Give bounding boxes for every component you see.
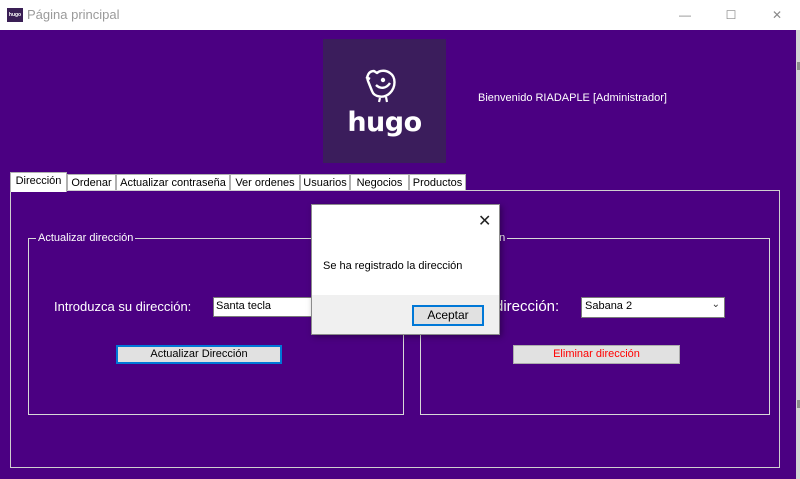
delete-field-label: dirección: bbox=[495, 298, 560, 315]
window-title: Página principal bbox=[27, 7, 120, 22]
tab-actualizar-contrasena[interactable]: Actualizar contraseña bbox=[116, 174, 230, 191]
delete-address-button[interactable]: Eliminar dirección bbox=[513, 345, 680, 364]
chevron-down-icon: ⌄ bbox=[711, 299, 720, 310]
dialog-message: Se ha registrado la dirección bbox=[323, 260, 463, 272]
ok-button[interactable]: Aceptar bbox=[412, 305, 484, 326]
tab-productos[interactable]: Productos bbox=[409, 174, 466, 191]
address-input[interactable]: Santa tecla bbox=[213, 297, 323, 317]
message-dialog: ✕ Se ha registrado la dirección Aceptar bbox=[311, 204, 500, 335]
title-bar: hugo Página principal — ☐ ✕ bbox=[0, 0, 800, 30]
dialog-footer: Aceptar bbox=[312, 295, 499, 334]
address-select-value: Sabana 2 bbox=[585, 300, 633, 312]
address-field-label: Introduzca su dirección: bbox=[54, 299, 192, 314]
tab-usuarios[interactable]: Usuarios bbox=[300, 174, 350, 191]
address-select[interactable]: Sabana 2 ⌄ bbox=[581, 297, 725, 318]
welcome-label: Bienvenido RIADAPLE [Administrador] bbox=[478, 92, 667, 104]
scrollbar[interactable] bbox=[796, 30, 800, 479]
app-icon: hugo bbox=[7, 8, 23, 22]
update-address-title: Actualizar dirección bbox=[36, 232, 136, 244]
hugo-logo: hugo bbox=[323, 39, 446, 163]
close-button[interactable]: ✕ bbox=[754, 0, 800, 30]
tab-ver-ordenes[interactable]: Ver ordenes bbox=[230, 174, 300, 191]
maximize-button[interactable]: ☐ bbox=[708, 0, 754, 30]
logo-text: hugo bbox=[347, 107, 422, 138]
bird-icon bbox=[365, 69, 396, 103]
dialog-close-icon[interactable]: ✕ bbox=[478, 211, 491, 231]
update-address-button[interactable]: Actualizar Dirección bbox=[116, 345, 282, 364]
tab-ordenar[interactable]: Ordenar bbox=[67, 174, 116, 191]
minimize-button[interactable]: — bbox=[662, 0, 708, 30]
tab-negocios[interactable]: Negocios bbox=[350, 174, 409, 191]
tab-direccion[interactable]: Dirección bbox=[10, 172, 67, 192]
